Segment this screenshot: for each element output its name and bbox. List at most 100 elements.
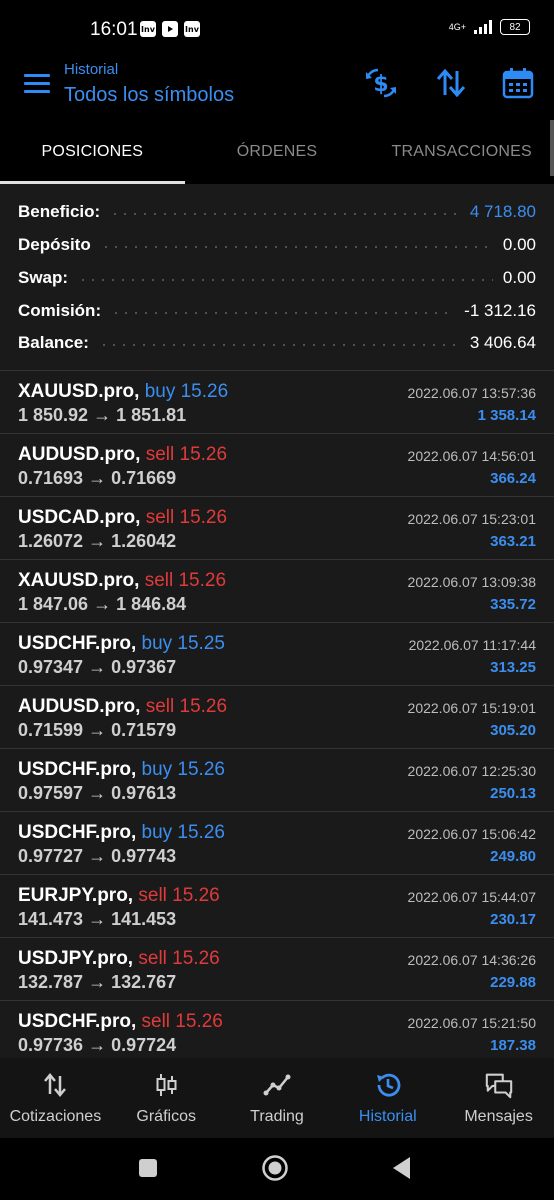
- nav-trading[interactable]: Trading: [222, 1058, 333, 1138]
- position-symbol: USDCHF.pro,: [18, 1011, 137, 1032]
- list-item[interactable]: EURJPY.pro, sell 15.26 141.473 → 141.453…: [0, 874, 554, 937]
- summary-value: 4 718.80: [469, 201, 536, 221]
- nav-history[interactable]: Historial: [332, 1058, 443, 1138]
- list-item[interactable]: AUDUSD.pro, sell 15.26 0.71693 → 0.71669…: [0, 433, 554, 496]
- position-time: 2022.06.07 15:23:01: [407, 511, 536, 527]
- list-item[interactable]: USDCHF.pro, buy 15.26 0.97727 → 0.97743 …: [0, 811, 554, 874]
- calendar-icon[interactable]: [501, 66, 535, 100]
- position-time: 2022.06.07 13:57:36: [407, 385, 536, 401]
- nav-messages[interactable]: Mensajes: [443, 1058, 554, 1138]
- position-prices: 1 847.06 → 1 846.84: [18, 594, 187, 614]
- position-direction: sell 15.26: [144, 570, 227, 591]
- summary-label: Depósito: [18, 234, 91, 254]
- dotted-leader: [78, 278, 493, 281]
- position-prices: 132.787 → 132.767: [18, 972, 177, 992]
- position-symbol-line: USDCHF.pro, buy 15.26: [18, 822, 225, 844]
- position-profit: 187.38: [490, 1037, 536, 1054]
- position-direction: sell 15.26: [145, 444, 228, 465]
- trading-line-icon: [262, 1070, 292, 1100]
- messages-icon: [484, 1070, 514, 1100]
- position-time: 2022.06.07 15:06:42: [407, 826, 536, 842]
- position-direction: buy 15.26: [141, 822, 225, 843]
- position-prices: 0.97736 → 0.97724: [18, 1035, 177, 1055]
- list-item[interactable]: USDCHF.pro, sell 15.26 0.97736 → 0.97724…: [0, 1000, 554, 1058]
- position-symbol: USDCAD.pro,: [18, 507, 141, 528]
- investing-notification-icon: Inv: [140, 21, 156, 37]
- dotted-leader: [110, 212, 460, 215]
- list-item[interactable]: USDJPY.pro, sell 15.26 132.787 → 132.767…: [0, 937, 554, 1000]
- nav-label: Gráficos: [136, 1108, 196, 1125]
- page-subtitle: Historial: [64, 61, 119, 78]
- position-symbol-line: USDCHF.pro, sell 15.26: [18, 1011, 223, 1033]
- quotes-arrows-icon: [40, 1070, 70, 1100]
- scrollbar[interactable]: [550, 120, 554, 176]
- summary-panel: Beneficio: 4 718.80 Depósito 0.00 Swap: …: [0, 184, 554, 370]
- investing-notification-icon: Inv: [184, 21, 200, 37]
- position-time: 2022.06.07 12:25:30: [407, 763, 536, 779]
- sort-icon[interactable]: [434, 66, 468, 100]
- position-symbol-line: AUDUSD.pro, sell 15.26: [18, 444, 227, 466]
- status-indicators: 4G+ 82: [449, 19, 530, 35]
- position-profit: 250.13: [490, 785, 536, 802]
- svg-text:$: $: [373, 72, 388, 97]
- page-title[interactable]: Todos los símbolos: [64, 84, 234, 107]
- menu-icon[interactable]: [24, 74, 50, 94]
- position-prices: 0.97727 → 0.97743: [18, 846, 177, 866]
- summary-label: Comisión:: [18, 300, 102, 320]
- position-prices: 0.97597 → 0.97613: [18, 783, 177, 803]
- currency-exchange-icon[interactable]: $: [364, 66, 398, 100]
- position-profit: 335.72: [490, 596, 536, 613]
- back-button[interactable]: [392, 1156, 412, 1185]
- position-profit: 363.21: [490, 533, 536, 550]
- list-item[interactable]: USDCHF.pro, buy 15.26 0.97597 → 0.97613 …: [0, 748, 554, 811]
- dotted-leader: [100, 245, 493, 248]
- nav-charts[interactable]: Gráficos: [111, 1058, 222, 1138]
- list-item[interactable]: XAUUSD.pro, sell 15.26 1 847.06 → 1 846.…: [0, 559, 554, 622]
- candlestick-chart-icon: [151, 1070, 181, 1100]
- recent-apps-button[interactable]: [138, 1158, 158, 1183]
- position-symbol: USDCHF.pro,: [18, 759, 137, 780]
- battery-icon: 82: [500, 19, 530, 35]
- position-time: 2022.06.07 14:56:01: [407, 448, 536, 464]
- position-symbol-line: EURJPY.pro, sell 15.26: [18, 885, 220, 907]
- list-item[interactable]: AUDUSD.pro, sell 15.26 0.71599 → 0.71579…: [0, 685, 554, 748]
- position-profit: 230.17: [490, 911, 536, 928]
- position-symbol-line: USDCHF.pro, buy 15.26: [18, 759, 225, 781]
- position-direction: sell 15.26: [138, 948, 220, 969]
- history-clock-icon: [373, 1070, 403, 1100]
- position-symbol: AUDUSD.pro,: [18, 696, 141, 717]
- position-time: 2022.06.07 15:19:01: [407, 700, 536, 716]
- nav-quotes[interactable]: Cotizaciones: [0, 1058, 111, 1138]
- summary-row-balance: Balance: 3 406.64: [18, 326, 536, 359]
- position-profit: 313.25: [490, 659, 536, 676]
- status-time: 16:01: [90, 19, 138, 40]
- list-item[interactable]: XAUUSD.pro, buy 15.26 1 850.92 → 1 851.8…: [0, 370, 554, 433]
- position-symbol: AUDUSD.pro,: [18, 444, 141, 465]
- summary-row-swap: Swap: 0.00: [18, 261, 536, 294]
- tab-transactions[interactable]: TRANSACCIONES: [369, 120, 554, 184]
- nav-label: Historial: [358, 1108, 417, 1125]
- position-symbol-line: USDCHF.pro, buy 15.25: [18, 633, 225, 655]
- position-prices: 0.71599 → 0.71579: [18, 720, 177, 740]
- position-symbol: USDCHF.pro,: [18, 633, 137, 654]
- network-type: 4G+: [448, 21, 466, 32]
- tab-positions[interactable]: POSICIONES: [0, 120, 185, 184]
- position-time: 2022.06.07 14:36:26: [407, 952, 536, 968]
- nav-label: Cotizaciones: [9, 1108, 102, 1125]
- tab-orders[interactable]: ÓRDENES: [185, 120, 370, 184]
- position-time: 2022.06.07 15:21:50: [407, 1015, 536, 1031]
- summary-label: Beneficio:: [18, 201, 101, 221]
- position-symbol-line: AUDUSD.pro, sell 15.26: [18, 696, 227, 718]
- summary-value: 0.00: [502, 234, 536, 254]
- position-direction: buy 15.26: [141, 759, 225, 780]
- summary-row-commission: Comisión: -1 312.16: [18, 294, 536, 327]
- dotted-leader: [111, 311, 455, 314]
- position-time: 2022.06.07 15:44:07: [407, 889, 536, 905]
- position-symbol-line: XAUUSD.pro, sell 15.26: [18, 570, 226, 592]
- positions-list: XAUUSD.pro, buy 15.26 1 850.92 → 1 851.8…: [0, 370, 554, 1058]
- list-item[interactable]: USDCHF.pro, buy 15.25 0.97347 → 0.97367 …: [0, 622, 554, 685]
- position-direction: sell 15.26: [145, 696, 228, 717]
- list-item[interactable]: USDCAD.pro, sell 15.26 1.26072 → 1.26042…: [0, 496, 554, 559]
- system-nav-bar: [0, 1138, 554, 1200]
- home-button[interactable]: [261, 1154, 289, 1187]
